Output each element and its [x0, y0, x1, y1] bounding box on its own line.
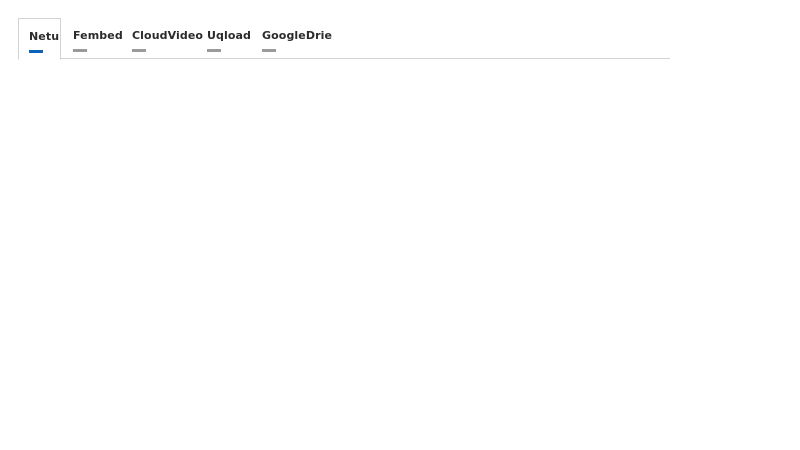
tab-netu[interactable]: Netu: [18, 18, 61, 60]
server-tabs: Netu Fembed CloudVideo Uqload GoogleDrie: [18, 18, 670, 60]
active-tab-indicator: [29, 50, 43, 53]
tab-fembed[interactable]: Fembed: [62, 18, 123, 59]
tab-googledrie[interactable]: GoogleDrie: [252, 18, 332, 59]
tab-label: Netu: [29, 30, 60, 43]
tab-label: CloudVideo: [132, 29, 204, 42]
tab-label: Uqload: [207, 29, 252, 42]
tab-indicator: [262, 49, 276, 52]
tab-label: Fembed: [73, 29, 123, 42]
tab-indicator: [207, 49, 221, 52]
tab-uqload[interactable]: Uqload: [198, 18, 251, 59]
tab-cloudvideo[interactable]: CloudVideo: [122, 18, 203, 59]
tab-indicator: [73, 49, 87, 52]
tab-indicator: [132, 49, 146, 52]
tab-label: GoogleDrie: [262, 29, 333, 42]
